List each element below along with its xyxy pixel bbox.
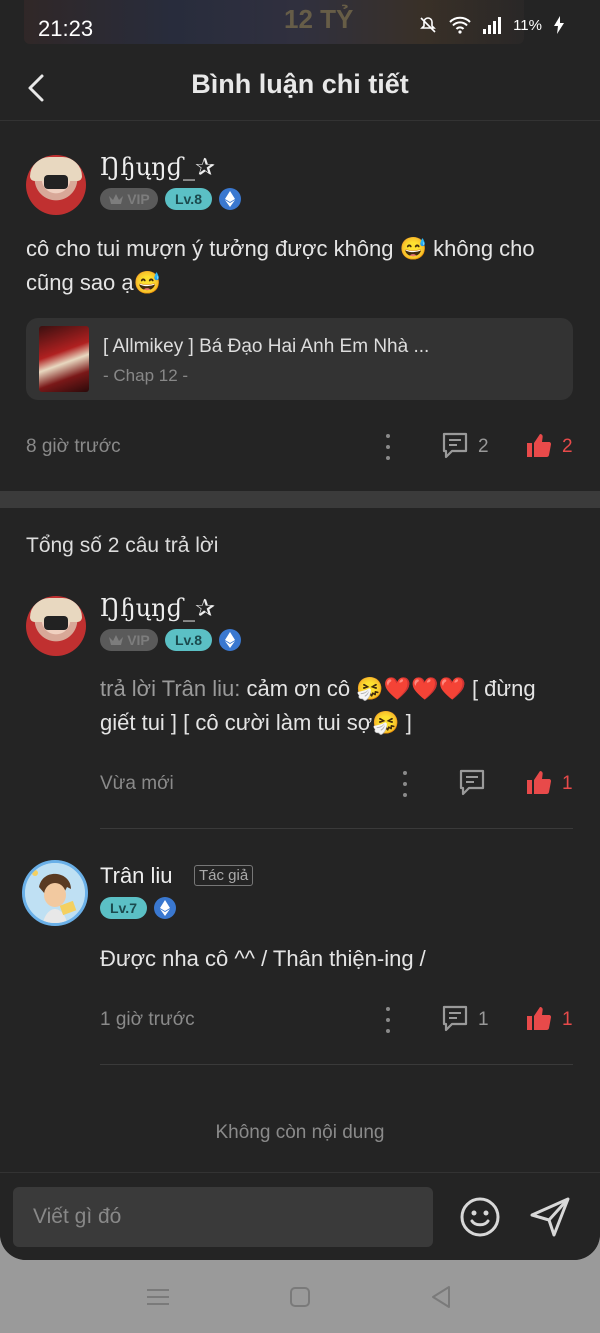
status-time: 21:23: [38, 16, 94, 41]
reply-prefix: trả lời Trân liu:: [100, 676, 241, 701]
reply-text: Được nha cô ^^ / Thân thiện-ing /: [100, 946, 426, 971]
reply-time: Vừa mới: [100, 773, 174, 794]
status-bar: 12 TỶ 21:23 11%: [0, 0, 600, 58]
reply-separator: [100, 828, 573, 829]
reply-count: 1: [478, 1009, 489, 1030]
status-icons: 11%: [419, 16, 564, 34]
system-nav-bar: [0, 1260, 600, 1333]
reply-username[interactable]: Ŋɧųŋɠ_✰: [100, 594, 215, 622]
like-count: 2: [562, 436, 573, 457]
reply-icon[interactable]: [440, 430, 470, 460]
author-tag: Tác giả: [194, 865, 254, 886]
vip-badge: VIP: [100, 629, 158, 651]
user-badges: VIP Lv.8: [100, 629, 241, 651]
avatar[interactable]: [22, 860, 88, 926]
page-header: Bình luận chi tiết: [0, 58, 600, 121]
wifi-icon: [449, 16, 471, 34]
chapter-thumbnail: [39, 326, 89, 392]
author-avatar-art: [25, 863, 85, 923]
reply-icon[interactable]: [457, 767, 487, 797]
reply-text: trả lời Trân liu: cảm ơn cô 🤧❤️❤️❤️ [ đừ…: [100, 672, 570, 740]
level-badge: Lv.7: [100, 897, 147, 919]
comment-text: cô cho tui mượn ý tưởng được không 😅 khô…: [26, 236, 535, 295]
user-badges: Lv.7: [100, 897, 176, 919]
ad-banner-text: 12 TỶ: [284, 4, 354, 34]
battery-percent: 11%: [513, 16, 542, 34]
page-title: Bình luận chi tiết: [191, 69, 409, 99]
section-divider: [0, 491, 600, 508]
thumbs-up-icon[interactable]: [525, 431, 553, 459]
comment-input-bar: [0, 1172, 600, 1260]
diamond-icon: [218, 629, 241, 651]
menu-icon[interactable]: [143, 1282, 173, 1312]
reply-icon[interactable]: [440, 1003, 470, 1033]
signal-icon: [483, 16, 502, 34]
more-options-icon[interactable]: [402, 771, 408, 797]
chapter-card-subtitle: - Chap 12 -: [103, 366, 189, 385]
end-of-content-text: Không còn nội dung: [215, 1122, 385, 1143]
level-badge: Lv.8: [165, 629, 212, 651]
comment-username[interactable]: Ŋɧųŋɠ_✰: [100, 153, 215, 181]
reply-separator: [100, 1064, 573, 1065]
bell-off-icon: [420, 17, 437, 33]
app-screen: 12 TỶ 21:23 11% Bình luận chi tiết Ŋɧųŋɠ…: [0, 0, 600, 1260]
avatar[interactable]: [26, 155, 86, 215]
replies-total: Tổng số 2 câu trả lời: [26, 534, 219, 557]
diamond-icon: [153, 897, 176, 919]
vip-badge: VIP: [100, 188, 158, 210]
more-options-icon[interactable]: [385, 434, 391, 460]
home-icon[interactable]: [285, 1282, 315, 1312]
like-count: 1: [562, 1009, 573, 1030]
back-nav-icon[interactable]: [427, 1282, 457, 1312]
reply-time: 1 giờ trước: [100, 1009, 195, 1030]
more-options-icon[interactable]: [385, 1007, 391, 1033]
diamond-icon: [218, 188, 241, 210]
like-count: 1: [562, 773, 573, 794]
reply-count: 2: [478, 436, 489, 457]
avatar[interactable]: [26, 596, 86, 656]
chapter-card-title: [ Allmikey ] Bá Đạo Hai Anh Em Nhà ...: [103, 336, 430, 357]
charging-icon: [554, 16, 564, 34]
user-badges: VIP Lv.8: [100, 188, 241, 210]
thumbs-up-icon[interactable]: [525, 768, 553, 796]
level-badge: Lv.8: [165, 188, 212, 210]
chapter-card[interactable]: [ Allmikey ] Bá Đạo Hai Anh Em Nhà ... -…: [26, 318, 573, 400]
comment-time: 8 giờ trước: [26, 436, 121, 457]
crown-icon: [109, 635, 124, 645]
send-icon[interactable]: [528, 1195, 572, 1239]
thumbs-up-icon[interactable]: [525, 1004, 553, 1032]
comment-input[interactable]: [13, 1187, 433, 1247]
crown-icon: [109, 194, 124, 204]
emoji-icon[interactable]: [458, 1195, 502, 1239]
reply-username[interactable]: Trân liu: [100, 863, 173, 889]
